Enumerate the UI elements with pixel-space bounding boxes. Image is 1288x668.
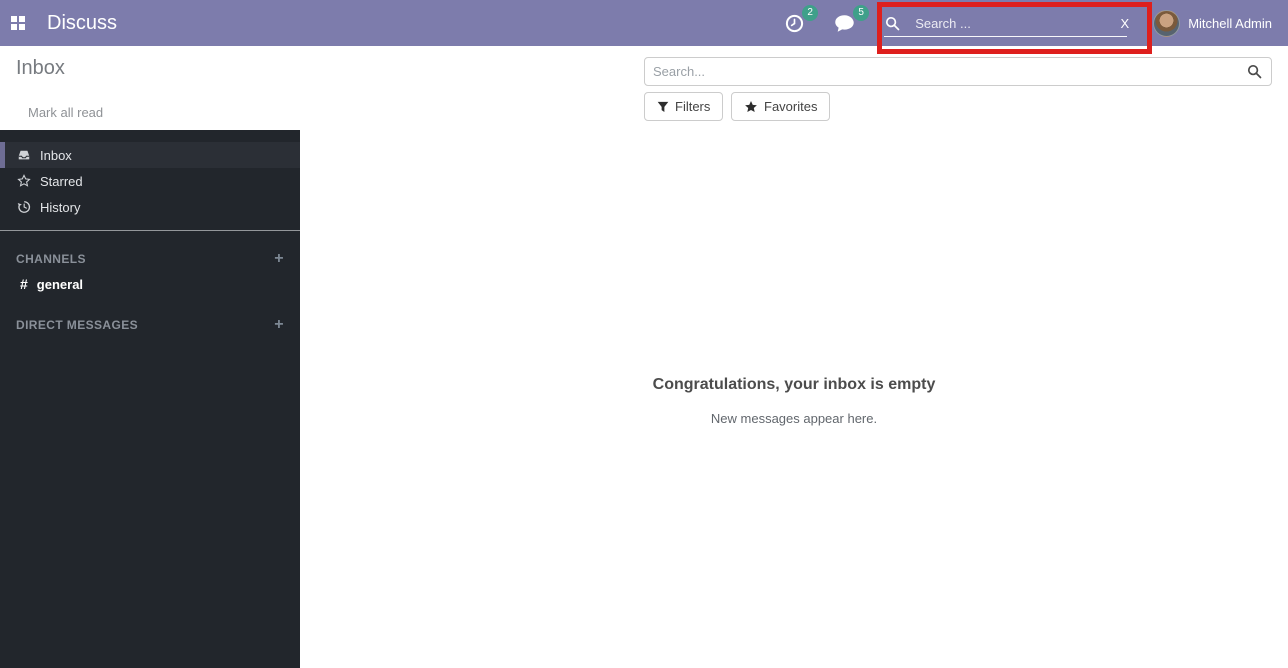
hash-icon: # bbox=[20, 276, 28, 292]
systray-search-input[interactable] bbox=[913, 15, 1098, 32]
user-menu[interactable]: Mitchell Admin bbox=[1145, 10, 1272, 37]
mailbox-list: Inbox Starred History bbox=[0, 130, 300, 220]
search-icon bbox=[885, 16, 900, 31]
search-input[interactable] bbox=[645, 64, 1247, 79]
channels-header-label: CHANNELS bbox=[16, 252, 86, 266]
inbox-icon bbox=[16, 148, 31, 162]
sidebar-item-label: History bbox=[40, 200, 80, 215]
add-direct-message-button[interactable]: + bbox=[274, 317, 284, 333]
empty-state-subtitle: New messages appear here. bbox=[300, 411, 1288, 426]
channels-header: CHANNELS + bbox=[0, 247, 300, 271]
control-panel: Inbox Mark all read Filters Favorites bbox=[0, 46, 1288, 130]
star-icon bbox=[744, 100, 758, 114]
empty-state-title: Congratulations, your inbox is empty bbox=[300, 376, 1288, 394]
filters-label: Filters bbox=[675, 99, 710, 114]
empty-state: Congratulations, your inbox is empty New… bbox=[300, 376, 1288, 426]
messages-menu-button[interactable]: 5 bbox=[834, 14, 855, 33]
activity-badge: 2 bbox=[802, 5, 818, 21]
filter-funnel-icon bbox=[657, 101, 669, 113]
clock-icon bbox=[785, 14, 804, 33]
star-icon bbox=[16, 174, 31, 188]
sidebar-item-history[interactable]: History bbox=[0, 194, 300, 220]
search-icon[interactable] bbox=[1247, 64, 1262, 79]
systray: 2 5 X Mitchell Admin bbox=[785, 0, 1288, 46]
apps-menu-icon[interactable] bbox=[11, 16, 25, 30]
sidebar-item-label: Inbox bbox=[40, 148, 72, 163]
channel-label: general bbox=[37, 277, 83, 292]
search-underline bbox=[884, 36, 1127, 37]
systray-search[interactable]: X bbox=[871, 0, 1145, 46]
clear-search-button[interactable]: X bbox=[1121, 16, 1132, 31]
sidebar-item-inbox[interactable]: Inbox bbox=[0, 142, 300, 168]
sidebar-item-starred[interactable]: Starred bbox=[0, 168, 300, 194]
filters-button[interactable]: Filters bbox=[644, 92, 723, 121]
app-title[interactable]: Discuss bbox=[47, 12, 117, 35]
direct-messages-header: DIRECT MESSAGES + bbox=[0, 313, 300, 337]
channel-item-general[interactable]: # general bbox=[0, 271, 300, 297]
favorites-label: Favorites bbox=[764, 99, 817, 114]
breadcrumb[interactable]: Inbox bbox=[16, 57, 65, 80]
avatar bbox=[1153, 10, 1180, 37]
activity-menu-button[interactable]: 2 bbox=[785, 14, 804, 33]
history-icon bbox=[16, 200, 31, 214]
direct-messages-header-label: DIRECT MESSAGES bbox=[16, 318, 138, 332]
sidebar-item-label: Starred bbox=[40, 174, 83, 189]
search-bar[interactable] bbox=[644, 57, 1272, 86]
mark-all-read-button[interactable]: Mark all read bbox=[28, 99, 103, 126]
discuss-sidebar: Inbox Starred History CHANNELS + bbox=[0, 130, 300, 668]
user-name: Mitchell Admin bbox=[1188, 16, 1272, 31]
messages-badge: 5 bbox=[853, 5, 869, 21]
top-navbar: Discuss 2 5 bbox=[0, 0, 1288, 46]
favorites-button[interactable]: Favorites bbox=[731, 92, 830, 121]
chat-bubble-icon bbox=[834, 14, 855, 33]
sidebar-divider bbox=[0, 230, 300, 231]
main-content: Congratulations, your inbox is empty New… bbox=[300, 130, 1288, 668]
add-channel-button[interactable]: + bbox=[274, 251, 284, 267]
